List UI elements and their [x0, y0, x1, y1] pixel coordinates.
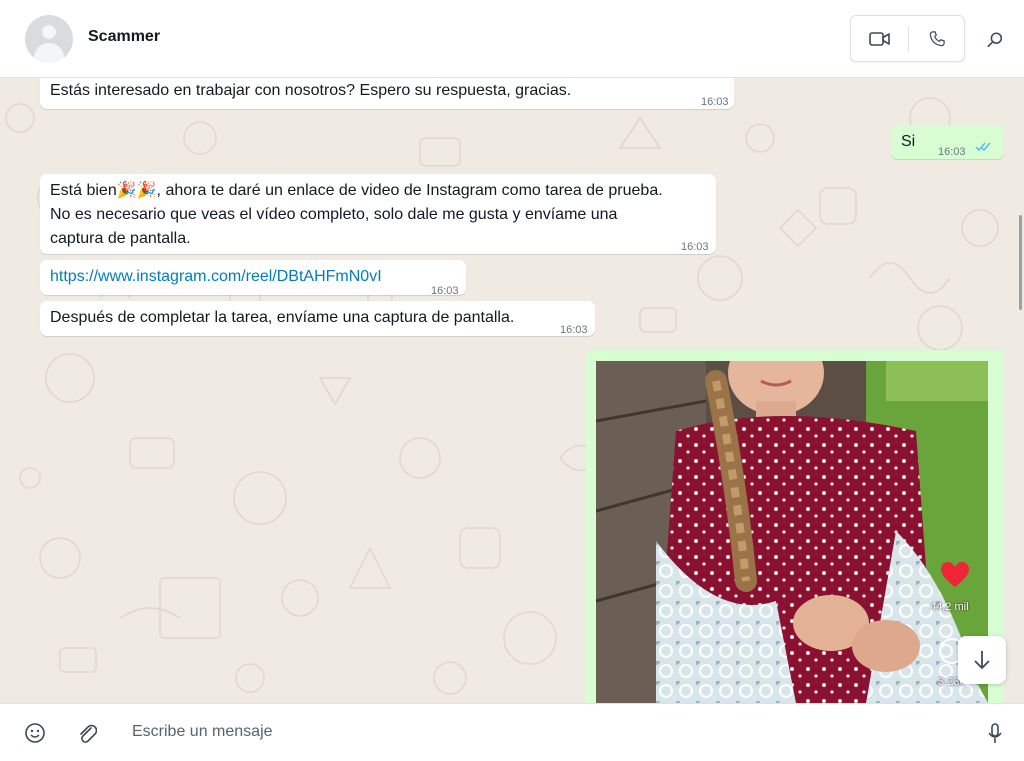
message-time: 16:03 — [560, 324, 588, 336]
arrow-down-icon — [974, 651, 990, 670]
message-composer: Escribe un mensaje — [0, 703, 1024, 761]
scroll-to-bottom-button[interactable] — [958, 636, 1006, 684]
phone-icon — [929, 30, 945, 46]
avatar[interactable] — [25, 15, 73, 63]
message-text: Estás interesado en trabajar con nosotro… — [50, 82, 572, 99]
photo-illustration — [596, 361, 988, 703]
message-text: Está bien🎉🎉, ahora te daré un enlace de … — [50, 182, 663, 247]
chat-header: Scammer — [0, 0, 1024, 78]
message-time: 16:03 — [431, 285, 459, 297]
video-camera-icon — [868, 31, 890, 46]
heart-icon[interactable] — [940, 561, 970, 593]
message-incoming-link[interactable]: https://www.instagram.com/reel/DBtAHFmN0… — [40, 260, 466, 297]
search-icon — [987, 32, 1003, 48]
voice-message-button[interactable] — [983, 720, 1007, 748]
message-incoming[interactable]: Estás interesado en trabajar con nosotro… — [40, 78, 734, 109]
message-time: 16:03 — [681, 241, 709, 253]
instagram-link[interactable]: https://www.instagram.com/reel/DBtAHFmN0… — [50, 265, 382, 289]
microphone-icon — [988, 723, 1002, 743]
voice-call-button[interactable] — [909, 16, 965, 61]
contact-name[interactable]: Scammer — [88, 28, 160, 46]
message-text: Después de completar la tarea, envíame u… — [50, 309, 515, 326]
message-outgoing[interactable]: Si 16:03 — [891, 125, 1004, 159]
emoji-icon — [25, 723, 45, 743]
message-input[interactable]: Escribe un mensaje — [132, 723, 273, 741]
video-call-button[interactable] — [851, 16, 908, 61]
likes-count: 44,2 mil — [930, 601, 969, 613]
message-text: Si — [901, 133, 916, 150]
read-double-check-icon — [975, 142, 991, 152]
call-buttons-group — [850, 15, 965, 62]
message-incoming[interactable]: Después de completar la tarea, envíame u… — [40, 301, 595, 336]
attach-button[interactable] — [74, 720, 100, 746]
message-time: 16:03 — [701, 96, 729, 108]
chat-scrollbar[interactable] — [1019, 215, 1022, 310]
message-incoming[interactable]: Está bien🎉🎉, ahora te daré un enlace de … — [40, 174, 716, 254]
emoji-button[interactable] — [22, 720, 48, 746]
search-button[interactable] — [981, 26, 1009, 54]
shared-screenshot-image[interactable]: 44,2 mil 3.230 — [596, 361, 988, 703]
paperclip-icon — [80, 724, 97, 743]
message-time: 16:03 — [938, 146, 966, 158]
